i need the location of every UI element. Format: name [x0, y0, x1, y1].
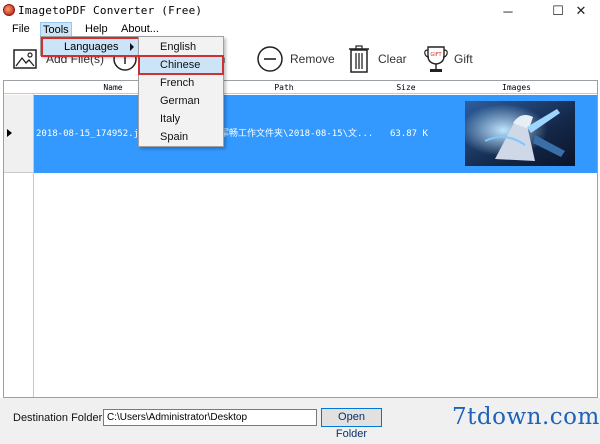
menu-bar: File Tools Help About... [0, 21, 600, 37]
gift-badge-text: GIFT [430, 52, 442, 58]
tools-dropdown-menu: Languages [40, 36, 141, 57]
menu-tools[interactable]: Tools [40, 22, 72, 37]
menu-help[interactable]: Help [83, 22, 110, 37]
file-table: Name Path Size Images 2018-08-15_174952.… [3, 80, 598, 398]
clear-label: Clear [378, 52, 407, 66]
thumbnail-art [465, 101, 575, 166]
menu-item-languages[interactable]: Languages [41, 37, 141, 57]
column-header-images[interactable]: Images [436, 81, 597, 94]
language-italy[interactable]: Italy [139, 110, 223, 128]
bottom-bar: Destination Folder: C:\Users\Administrat… [0, 398, 600, 444]
current-row-arrow-icon [7, 129, 12, 137]
table-header: Name Path Size Images [4, 81, 597, 94]
languages-label: Languages [64, 41, 119, 53]
table-row[interactable]: 2018-08-15_174952.jpg 军畅工作文件夹\2018-08-15… [4, 95, 597, 173]
trash-icon [349, 45, 369, 73]
language-german[interactable]: German [139, 92, 223, 110]
open-folder-button[interactable]: Open Folder [321, 408, 382, 440]
destination-folder-input[interactable]: C:\Users\Administrator\Desktop [103, 409, 317, 426]
remove-button[interactable]: Remove [256, 42, 335, 76]
destination-folder-label: Destination Folder: [13, 412, 106, 424]
language-english[interactable]: English [139, 38, 223, 56]
language-chinese[interactable]: Chinese [138, 55, 224, 75]
app-icon [3, 4, 15, 16]
gift-label: Gift [454, 52, 473, 66]
watermark: 7tdown.com [452, 404, 600, 430]
languages-submenu: English Chinese French German Italy Spai… [138, 36, 224, 147]
selected-row-cells[interactable]: 2018-08-15_174952.jpg 军畅工作文件夹\2018-08-15… [34, 95, 597, 173]
menu-file[interactable]: File [10, 22, 32, 37]
close-button[interactable]: ✕ [562, 0, 600, 22]
window-title: ImagetoPDF Converter (Free) [18, 4, 203, 17]
language-spain[interactable]: Spain [139, 128, 223, 146]
gift-trophy-icon: GIFT [424, 46, 448, 72]
language-french[interactable]: French [139, 74, 223, 92]
image-thumbnail[interactable] [465, 101, 575, 166]
title-bar: ImagetoPDF Converter (Free) ─ ☐ ✕ [0, 0, 600, 22]
cell-path[interactable]: 军畅工作文件夹\2018-08-15\文... [220, 128, 400, 140]
column-header-size[interactable]: Size [376, 81, 436, 94]
row-selector[interactable] [4, 95, 34, 173]
remove-label: Remove [290, 52, 335, 66]
add-image-icon [13, 49, 37, 69]
menu-about[interactable]: About... [119, 22, 161, 37]
submenu-arrow-icon [130, 43, 134, 51]
clear-button[interactable]: Clear [346, 42, 407, 76]
minus-circle-icon [257, 46, 283, 72]
gift-button[interactable]: GIFT Gift [424, 42, 473, 76]
minimize-button[interactable]: ─ [488, 0, 528, 22]
cell-size[interactable]: 63.87 K [390, 128, 450, 140]
